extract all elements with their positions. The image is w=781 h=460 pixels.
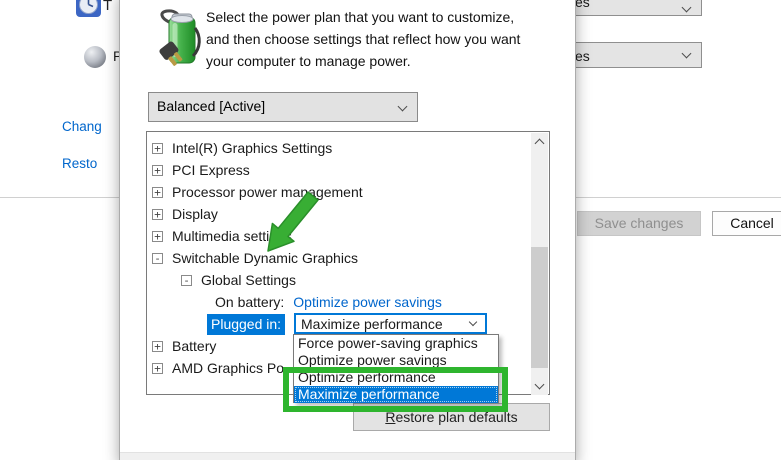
expand-icon[interactable]: +: [152, 142, 163, 154]
plugged-in-combobox[interactable]: Maximize performance: [294, 313, 487, 334]
restore-defaults-link[interactable]: Resto: [62, 156, 97, 171]
tree-item-label: Switchable Dynamic Graphics: [172, 250, 358, 266]
tree-item-label: Intel(R) Graphics Settings: [172, 140, 333, 156]
description-line: and then choose settings that reflect ho…: [206, 31, 521, 47]
scroll-down-button[interactable]: [531, 378, 548, 395]
scroll-up-icon: [534, 138, 545, 149]
display-row-label-partial: T: [103, 0, 113, 14]
tree-item-label: Multimedia settings: [172, 228, 292, 244]
tree-item-multimedia[interactable]: + Multimedia settings: [148, 225, 530, 247]
scroll-down-icon: [534, 379, 545, 390]
display-timeout-value-partial: es: [575, 0, 590, 10]
chevron-down-icon: [397, 101, 408, 112]
tree-item-on-battery: On battery: Optimize power savings: [148, 291, 530, 313]
battery-plug-icon: [155, 8, 203, 68]
on-battery-value-link[interactable]: Optimize power savings: [293, 294, 442, 310]
restore-button-label: estore plan defaults: [395, 409, 518, 425]
description-line: Select the power plan that you want to c…: [206, 9, 515, 25]
collapse-icon[interactable]: -: [181, 274, 192, 286]
description-line: your computer to manage power.: [206, 53, 411, 69]
chevron-down-icon: [681, 2, 692, 13]
tree-item-label: AMD Graphics Po: [172, 360, 285, 376]
display-timeout-select[interactable]: es: [556, 0, 702, 16]
plugged-in-combobox-value: Maximize performance: [301, 316, 443, 332]
on-battery-label: On battery:: [215, 294, 285, 310]
tree-item-label: Processor power management: [172, 184, 363, 200]
scrollbar-thumb[interactable]: [531, 247, 548, 368]
chevron-down-icon: [468, 317, 478, 327]
expand-icon[interactable]: +: [152, 186, 163, 198]
tree-item-pci-express[interactable]: + PCI Express: [148, 159, 530, 181]
expand-icon[interactable]: +: [152, 164, 163, 176]
tree-item-display[interactable]: + Display: [148, 203, 530, 225]
restore-plan-defaults-button[interactable]: Restore plan defaults: [353, 403, 550, 431]
tree-scrollbar[interactable]: [531, 133, 548, 395]
tree-item-label: PCI Express: [172, 162, 250, 178]
dialog-footer: [120, 452, 575, 460]
tree-item-label: Global Settings: [201, 272, 296, 288]
expand-icon[interactable]: +: [152, 208, 163, 220]
expand-icon[interactable]: +: [152, 362, 163, 374]
cancel-button[interactable]: Cancel: [712, 211, 781, 236]
restore-button-accel: R: [385, 409, 396, 425]
sleep-timeout-value-partial: es: [575, 48, 590, 64]
tree-item-intel-graphics[interactable]: + Intel(R) Graphics Settings: [148, 137, 530, 159]
expand-icon[interactable]: +: [152, 340, 163, 352]
plugged-in-label: Plugged in:: [207, 313, 286, 335]
tree-item-processor-power[interactable]: + Processor power management: [148, 181, 530, 203]
tree-item-global-settings[interactable]: - Global Settings: [148, 269, 530, 291]
save-changes-button[interactable]: Save changes: [577, 211, 701, 236]
power-plan-value: Balanced [Active]: [157, 98, 266, 114]
plugged-in-dropdown-list: Force power-saving graphics Optimize pow…: [293, 334, 499, 403]
dropdown-option[interactable]: Force power-saving graphics: [294, 335, 498, 352]
screen: T P Chang Resto es es Save changes Cance…: [0, 0, 781, 460]
chevron-down-icon: [681, 48, 692, 59]
dropdown-option[interactable]: Optimize power savings: [294, 352, 498, 369]
tree-item-label: Display: [172, 206, 218, 222]
expand-icon[interactable]: +: [152, 230, 163, 242]
change-settings-link[interactable]: Chang: [62, 119, 102, 134]
dropdown-option-selected[interactable]: Maximize performance: [294, 386, 498, 403]
tree-item-switchable-dynamic-graphics[interactable]: - Switchable Dynamic Graphics: [148, 247, 530, 269]
collapse-icon[interactable]: -: [152, 252, 163, 264]
power-options-dialog: Select the power plan that you want to c…: [119, 0, 576, 460]
dropdown-option[interactable]: Optimize performance: [294, 369, 498, 386]
scroll-up-button[interactable]: [531, 133, 548, 150]
display-setting-icon: [76, 0, 101, 17]
sleep-timeout-select[interactable]: es: [556, 42, 702, 68]
tree-item-label: Battery: [172, 338, 217, 354]
dialog-description: Select the power plan that you want to c…: [206, 6, 520, 72]
power-plan-select[interactable]: Balanced [Active]: [148, 92, 418, 122]
sleep-setting-icon: [84, 46, 106, 68]
